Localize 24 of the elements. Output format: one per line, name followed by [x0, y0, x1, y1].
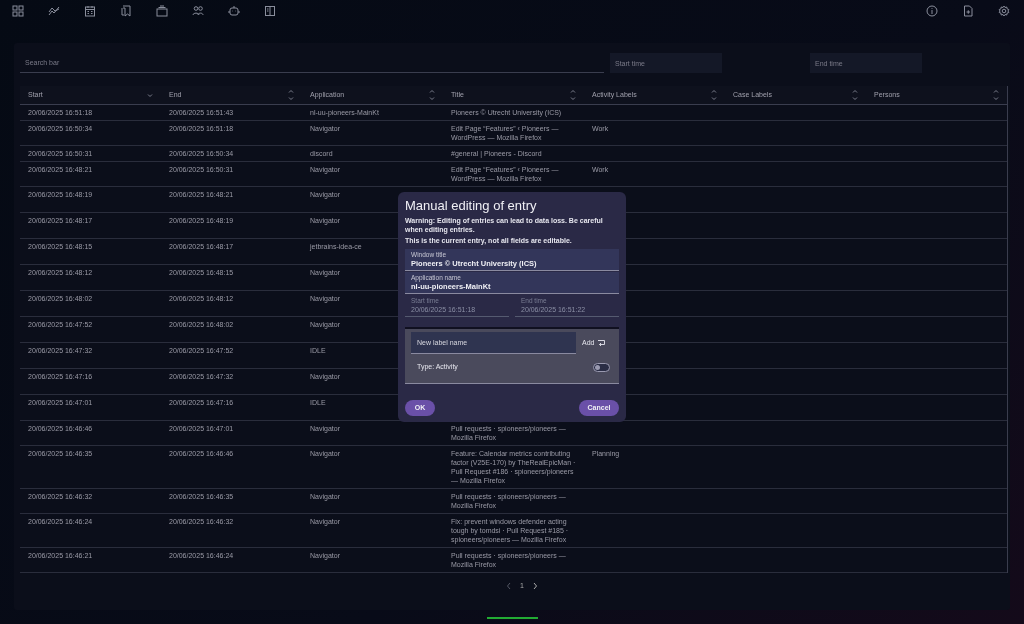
previous-page-icon[interactable]	[506, 582, 513, 591]
bookmark-pages-icon[interactable]	[120, 5, 132, 17]
stacked-cards-icon[interactable]	[156, 5, 168, 17]
return-icon	[597, 339, 607, 347]
info-icon[interactable]	[926, 5, 938, 17]
people-icon[interactable]	[192, 5, 204, 17]
robot-icon[interactable]	[228, 5, 240, 17]
settings-icon[interactable]	[998, 5, 1010, 17]
sort-icon[interactable]	[570, 89, 576, 101]
document-add-icon[interactable]	[962, 5, 974, 17]
split-panel-icon[interactable]	[264, 5, 276, 17]
trend-chart-icon[interactable]	[48, 5, 60, 17]
sort-icon[interactable]	[429, 89, 435, 101]
grid-icon[interactable]	[12, 5, 24, 17]
active-indicator	[487, 617, 538, 619]
sort-icon[interactable]	[993, 89, 999, 101]
calendar-icon[interactable]	[84, 5, 96, 17]
sort-descending-icon[interactable]	[147, 92, 153, 98]
type-toggle[interactable]	[593, 362, 610, 372]
sort-icon[interactable]	[711, 89, 717, 101]
dialog-title: Manual editing of entry	[405, 198, 538, 214]
sort-icon[interactable]	[852, 89, 858, 101]
next-page-icon[interactable]	[531, 582, 538, 591]
sort-icon[interactable]	[288, 89, 294, 101]
